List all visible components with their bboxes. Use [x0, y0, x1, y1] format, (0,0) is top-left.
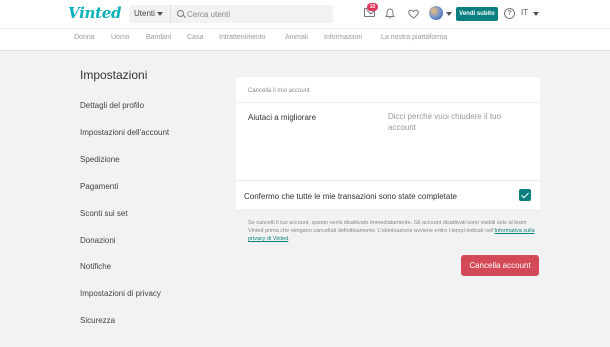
sell-now-button[interactable]: Vendi subito: [456, 7, 498, 21]
sidebar-item-notifications[interactable]: Notifiche: [80, 262, 111, 271]
nav-item-casa[interactable]: Casa: [187, 34, 203, 41]
search-bar: Utenti: [129, 5, 333, 23]
search-input[interactable]: [187, 8, 327, 20]
sidebar-item-profile[interactable]: Dettagli del profilo: [80, 101, 144, 110]
reason-label: Aiutaci a migliorare: [248, 113, 317, 122]
page-title: Impostazioni: [80, 68, 148, 82]
avatar[interactable]: [429, 6, 443, 20]
sidebar-item-account[interactable]: Impostazioni dell'account: [80, 128, 169, 137]
reason-textarea[interactable]: [388, 111, 528, 169]
notice-text: Se cancelli il tuo account, questo verrà…: [248, 220, 527, 234]
chevron-down-icon[interactable]: [533, 12, 539, 16]
nav-item-uomo[interactable]: Uomo: [111, 34, 130, 41]
nav-item-informazioni[interactable]: Informazioni: [324, 34, 362, 41]
search-icon: [177, 10, 184, 17]
sidebar-item-privacy[interactable]: Impostazioni di privacy: [80, 289, 161, 298]
confirm-transactions-label: Confermo che tutte le mie transazioni so…: [244, 192, 457, 201]
sidebar-item-security[interactable]: Sicurezza: [80, 316, 115, 325]
nav-item-bambini[interactable]: Bambini: [146, 34, 171, 41]
search-category-select[interactable]: Utenti: [129, 5, 171, 23]
delete-account-card: Cancella il mio account Aiutaci a miglio…: [236, 77, 540, 209]
search-category-label: Utenti: [134, 9, 155, 18]
category-nav: Donna Uomo Bambini Casa Intrattenimento …: [0, 28, 610, 51]
nav-item-donna[interactable]: Donna: [74, 34, 95, 41]
card-header: Cancella il mio account: [248, 88, 310, 94]
sidebar-item-shipping[interactable]: Spedizione: [80, 155, 120, 164]
chevron-down-icon: [157, 12, 163, 16]
top-header: Vinted Utenti 10 Vendi subito ? IT: [0, 0, 610, 28]
confirm-transactions-checkbox[interactable]: [519, 189, 531, 201]
divider: [236, 102, 540, 103]
sidebar-item-bundle-discounts[interactable]: Sconti sui set: [80, 209, 128, 218]
notice-end: .: [288, 236, 290, 242]
heart-icon[interactable]: [408, 9, 419, 19]
divider: [236, 180, 540, 181]
language-selector[interactable]: IT: [521, 8, 528, 17]
nav-item-intrattenimento[interactable]: Intrattenimento: [219, 34, 266, 41]
sidebar-item-payments[interactable]: Pagamenti: [80, 182, 118, 191]
bell-icon[interactable]: [385, 8, 395, 19]
inbox-badge: 10: [367, 3, 378, 11]
deletion-notice: Se cancelli il tuo account, questo verrà…: [248, 219, 540, 243]
help-icon[interactable]: ?: [504, 8, 515, 19]
chevron-down-icon[interactable]: [446, 12, 452, 16]
vinted-logo[interactable]: Vinted: [68, 4, 121, 22]
delete-account-button[interactable]: Cancella account: [461, 255, 539, 276]
sidebar-item-donations[interactable]: Donazioni: [80, 236, 116, 245]
nav-item-piattaforma[interactable]: La nostra piattaforma: [381, 34, 447, 41]
nav-item-animali[interactable]: Animali: [285, 34, 308, 41]
